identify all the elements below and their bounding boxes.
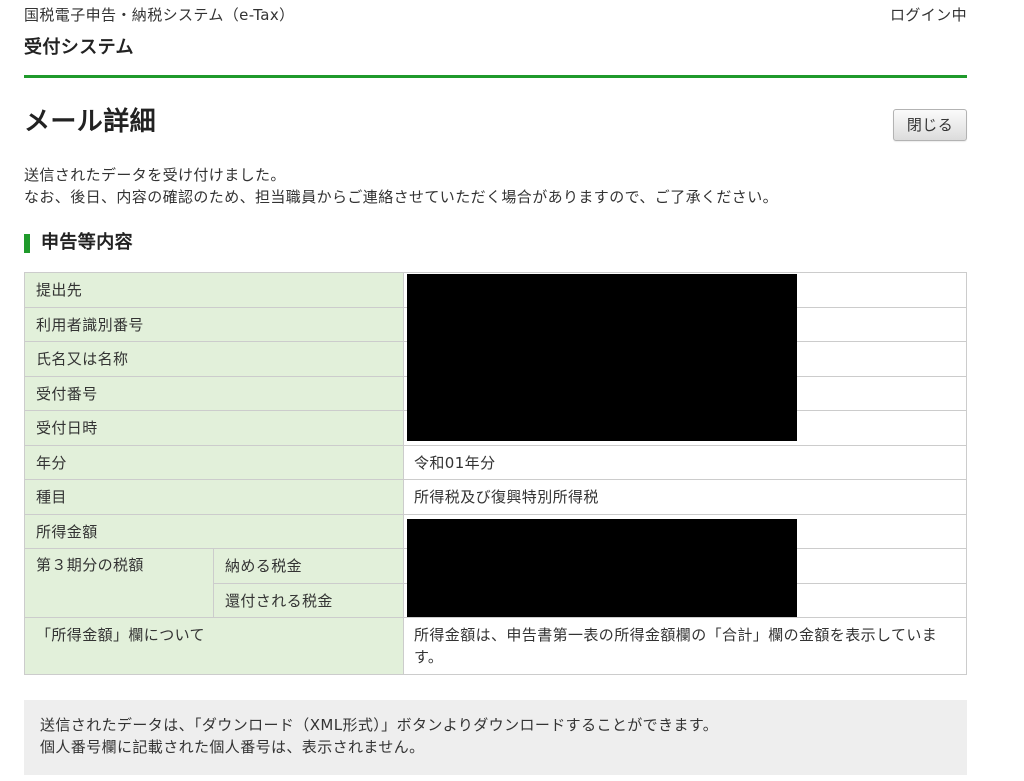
top-bar: 国税電子申告・納税システム（e-Tax） ログイン中 (24, 5, 967, 25)
page: 国税電子申告・納税システム（e-Tax） ログイン中 受付システム メール詳細 … (0, 0, 1024, 781)
row-value-tax-year: 令和01年分 (404, 445, 967, 480)
details-table: 提出先 利用者識別番号 氏名又は名称 受付番号 受付日時 年分 令和01年分 種… (24, 272, 967, 675)
row-label-income-amount: 所得金額 (25, 514, 404, 549)
row-label-income-note: 「所得金額」欄について (25, 618, 404, 675)
notice-line: 送信されたデータは、「ダウンロード（XML形式）」ボタンよりダウンロードすること… (40, 716, 719, 734)
section-marker (24, 233, 30, 253)
row-label-receipt-number: 受付番号 (25, 376, 404, 411)
section-heading: 申告等内容 (24, 233, 133, 253)
row-label-name: 氏名又は名称 (25, 342, 404, 377)
status-messages: 送信されたデータを受け付けました。 なお、後日、内容の確認のため、担当職員からご… (24, 164, 967, 208)
row-value-income-note: 所得金額は、申告書第一表の所得金額欄の「合計」欄の金額を表示しています。 (404, 618, 967, 675)
header-divider (24, 75, 967, 78)
subsystem-title: 受付システム (24, 37, 134, 58)
close-button[interactable]: 閉じる (893, 109, 967, 141)
section-title: 申告等内容 (41, 232, 133, 253)
redacted-block (407, 519, 797, 617)
system-name: 国税電子申告・納税システム（e-Tax） (24, 6, 295, 24)
row-label-tax-refund: 還付される税金 (214, 583, 404, 618)
row-label-tax-year: 年分 (25, 445, 404, 480)
row-label-submission-destination: 提出先 (25, 273, 404, 308)
row-label-tax-payable: 納める税金 (214, 549, 404, 584)
row-label-user-id: 利用者識別番号 (25, 307, 404, 342)
row-label-tax-category: 種目 (25, 480, 404, 515)
message-line: 送信されたデータを受け付けました。 (24, 166, 286, 184)
login-status: ログイン中 (889, 6, 967, 24)
notice-box: 送信されたデータは、「ダウンロード（XML形式）」ボタンよりダウンロードすること… (24, 700, 967, 775)
redacted-block (407, 274, 797, 441)
page-title: メール詳細 (24, 107, 157, 137)
row-value-tax-category: 所得税及び復興特別所得税 (404, 480, 967, 515)
row-label-third-period-tax: 第３期分の税額 (25, 549, 214, 618)
notice-line: 個人番号欄に記載された個人番号は、表示されません。 (40, 738, 425, 756)
row-label-receipt-datetime: 受付日時 (25, 411, 404, 446)
message-line: なお、後日、内容の確認のため、担当職員からご連絡させていただく場合がありますので… (24, 188, 779, 206)
